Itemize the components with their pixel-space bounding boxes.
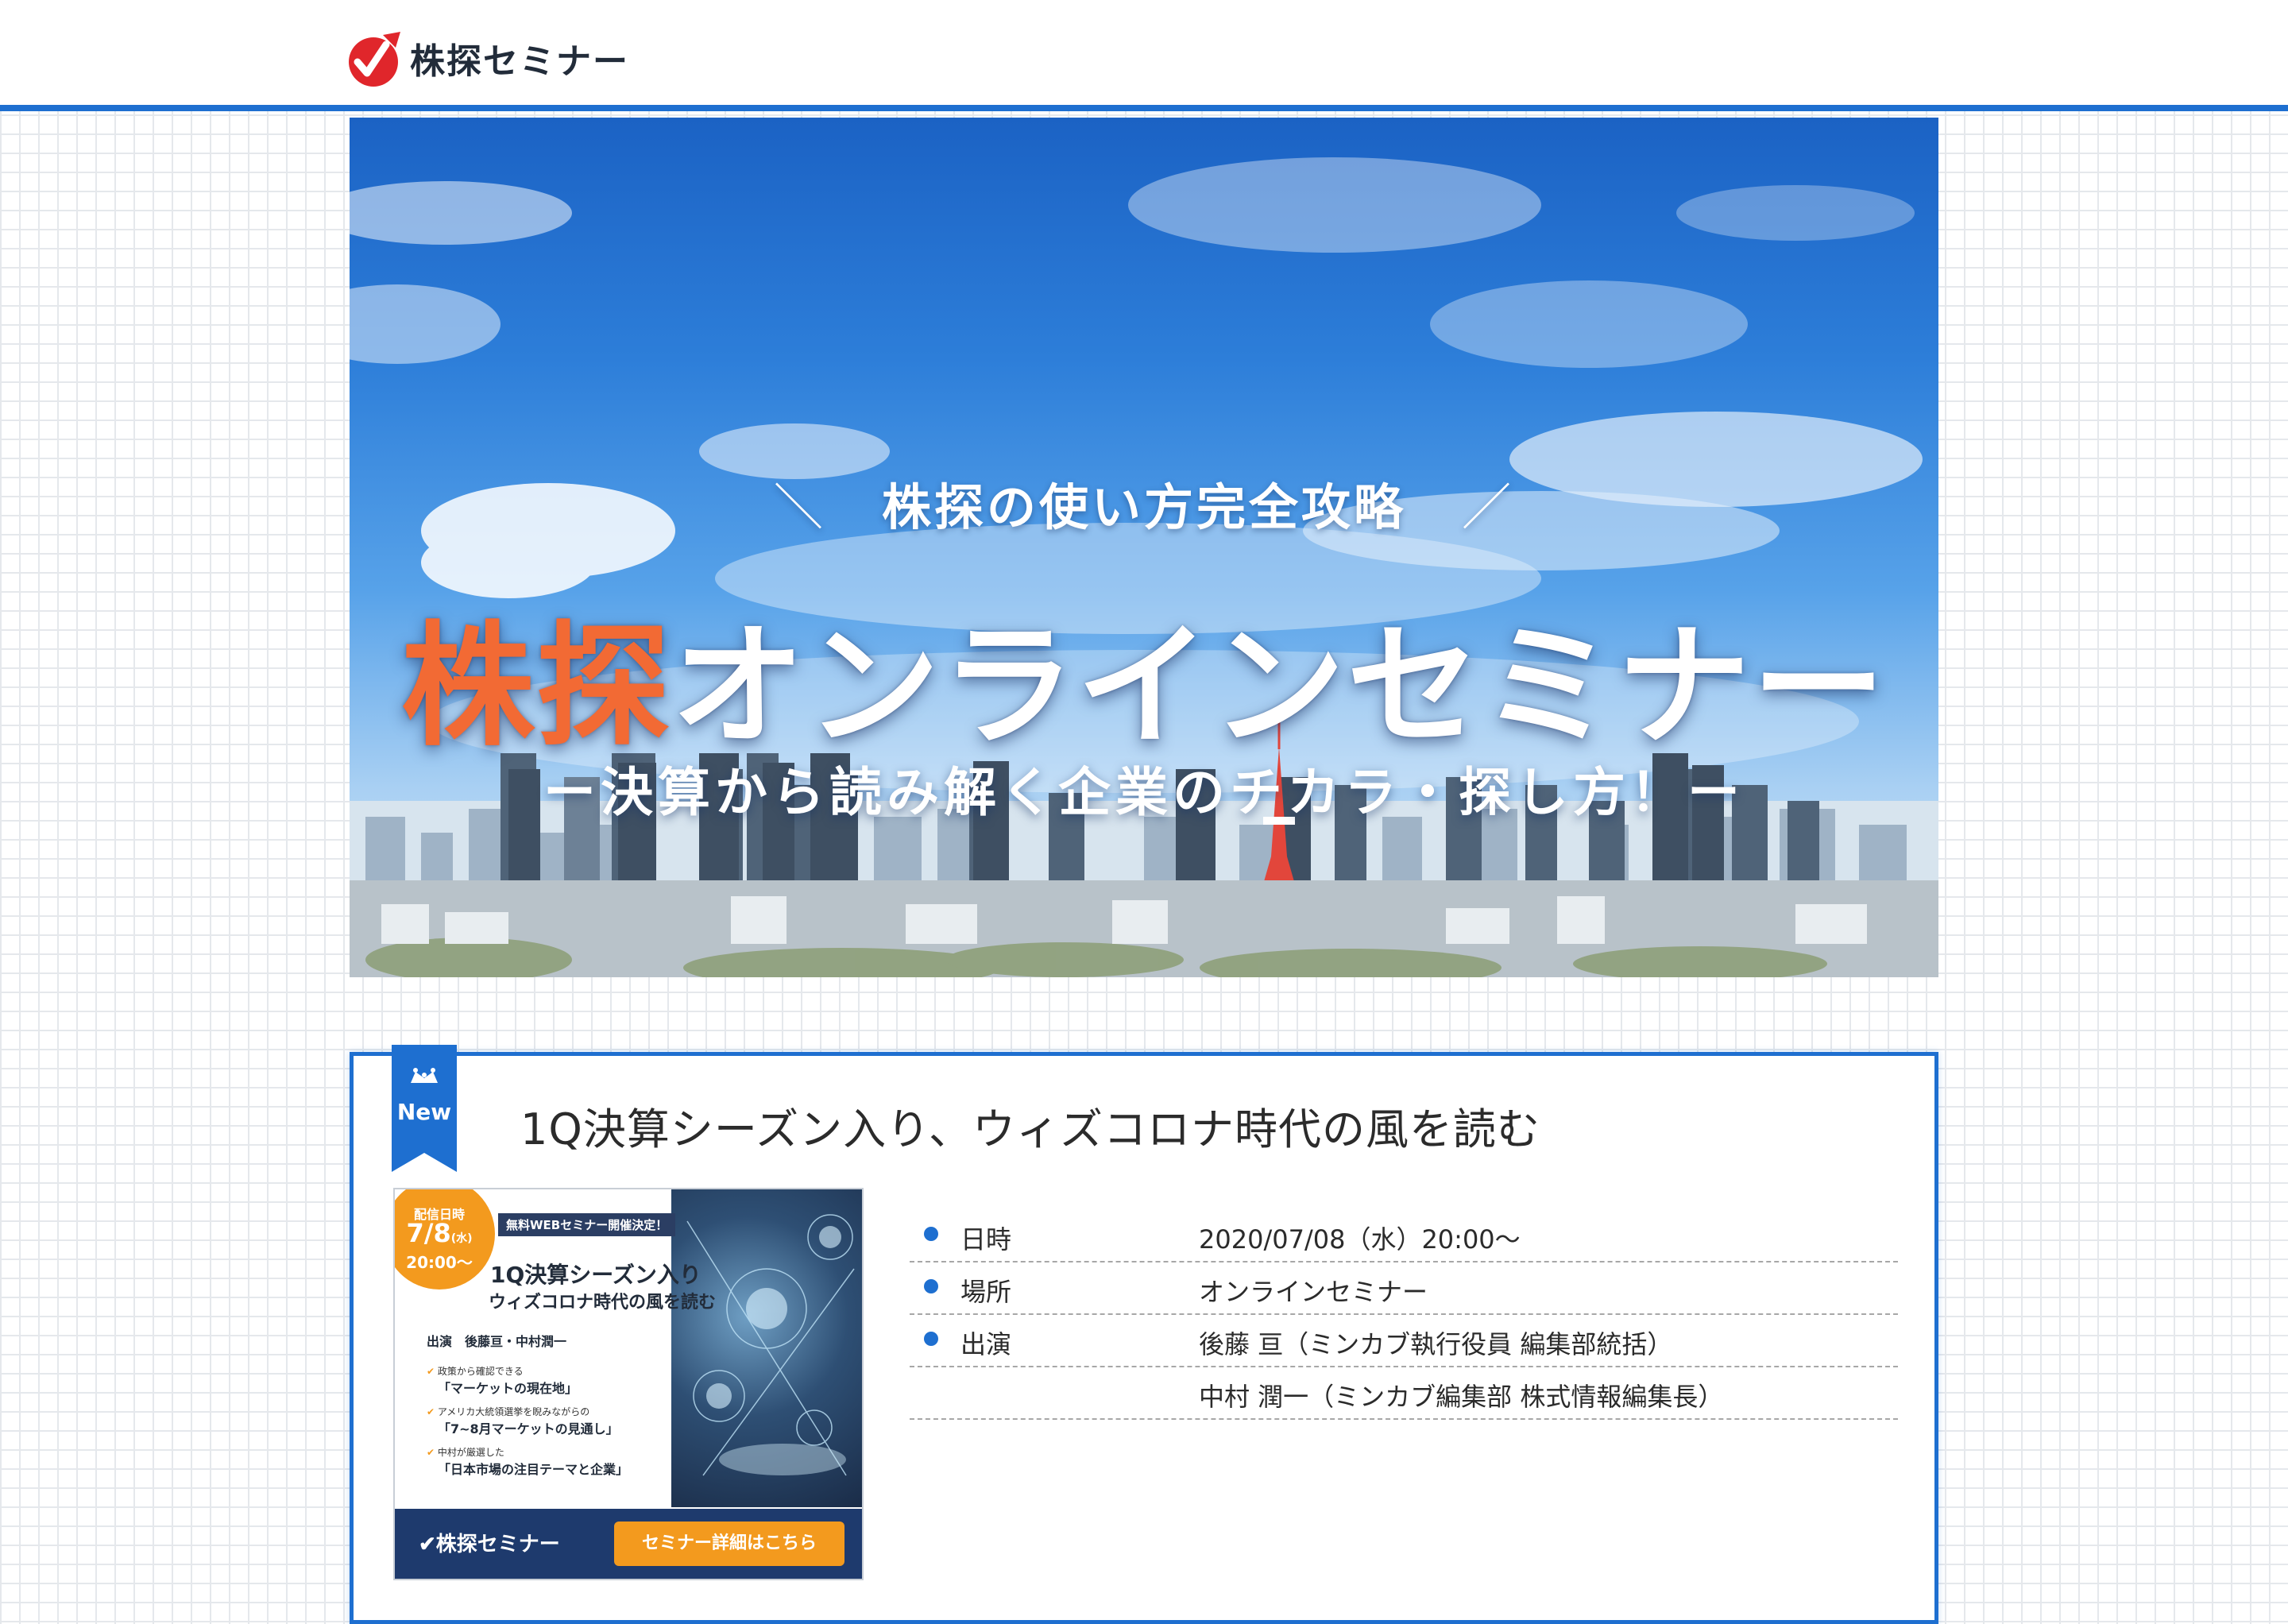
hero-banner: ＼ 株探の使い方完全攻略 ／ 株探オンラインセミナー ー決算から読み解く企業のチカラ… (350, 118, 1938, 977)
info-value: 中村 潤一（ミンカブ編集部 株式情報編集長） (1199, 1382, 1724, 1412)
bullet-dot-icon (924, 1279, 938, 1293)
info-label: 日時 (960, 1224, 1012, 1255)
thumbnail-date-circle: 配信日時 7/8(水) 20:00〜 (395, 1189, 495, 1290)
hero-title: 株探オンラインセミナー (350, 578, 1938, 771)
new-badge: New (392, 1045, 457, 1172)
thumbnail-point-headline: 「日本市場の注目テーマと企業」 (438, 1462, 629, 1477)
seminar-thumbnail[interactable]: 配信日時 7/8(水) 20:00〜 無料WEBセミナー開催決定！ 1Q決算シー… (393, 1188, 864, 1580)
info-label: 出演 (960, 1329, 1012, 1359)
info-value: 2020/07/08（水）20:00〜 (1199, 1224, 1521, 1255)
seminar-info-table: 日時 2020/07/08（水）20:00〜 場所 オンラインセミナー 出演 後… (910, 1210, 1898, 1420)
thumbnail-point-lead: 中村が厳選した (427, 1445, 681, 1459)
thumbnail-footer-logo-text: 株探セミナー (435, 1533, 560, 1556)
thumbnail-time: 20:00〜 (406, 1253, 473, 1272)
info-row-cast: 出演 後藤 亘（ミンカブ執行役員 編集部統括） (910, 1315, 1898, 1367)
info-value: 後藤 亘（ミンカブ執行役員 編集部統括） (1199, 1329, 1673, 1359)
bullet-dot-icon (924, 1332, 938, 1346)
thumbnail-date-value: 7/8 (406, 1218, 451, 1248)
seminar-card: New 1Q決算シーズン入り、ウィズコロナ時代の風を読む 配信日時 7/8(水)… (350, 1045, 1938, 1624)
info-value: オンラインセミナー (1199, 1277, 1428, 1307)
thumbnail-virus-photo (671, 1189, 862, 1507)
info-row-cast-2: 中村 潤一（ミンカブ編集部 株式情報編集長） (910, 1367, 1898, 1420)
thumbnail-banner: 無料WEBセミナー開催決定！ (498, 1213, 676, 1236)
bullet-dot-icon (924, 1227, 938, 1241)
info-row-date: 日時 2020/07/08（水）20:00〜 (910, 1210, 1898, 1262)
seminar-detail-button[interactable]: セミナー詳細はこちら (614, 1522, 844, 1566)
thumbnail-point-headline: 「7~8月マーケットの見通し」 (438, 1421, 619, 1436)
hero-subtitle: ＼ 株探の使い方完全攻略 ／ (350, 467, 1938, 539)
thumbnail-points: 政策から確認できる 「マーケットの現在地」 アメリカ大統領選挙を睨みながらの 「… (427, 1364, 681, 1486)
logo-text: 株探セミナー (410, 41, 629, 82)
site-logo[interactable]: 株探セミナー (346, 22, 629, 94)
seminar-title[interactable]: 1Q決算シーズン入り、ウィズコロナ時代の風を読む (520, 1094, 1540, 1157)
site-header: 株探セミナー (0, 0, 2288, 111)
thumbnail-title-1: 1Q決算シーズン入り (490, 1262, 701, 1288)
thumbnail-title-2: ウィズコロナ時代の風を読む (489, 1293, 717, 1313)
hero-tagline: ー決算から読み解く企業のチカラ・探し方！ー (543, 762, 1745, 823)
thumbnail-footer-logo: ✔株探セミナー (419, 1533, 560, 1556)
thumbnail-point-lead: アメリカ大統領選挙を睨みながらの (427, 1405, 681, 1418)
thumbnail-footer: ✔株探セミナー セミナー詳細はこちら (395, 1509, 862, 1579)
thumbnail-cast: 出演 後藤亘・中村潤一 (427, 1334, 567, 1349)
thumbnail-date: 7/8(水) (395, 1218, 495, 1248)
thumbnail-point: 政策から確認できる 「マーケットの現在地」 (427, 1364, 681, 1397)
thumbnail-point: アメリカ大統領選挙を睨みながらの 「7~8月マーケットの見通し」 (427, 1405, 681, 1437)
hero-title-accent: 株探 (401, 609, 671, 764)
hero-title-rest: オンラインセミナー (671, 609, 1887, 764)
subtitle-slash-ornament: ／ (1462, 478, 1515, 536)
thumbnail-point: 中村が厳選した 「日本市場の注目テーマと企業」 (427, 1445, 681, 1478)
hero-subtitle-text: 株探の使い方完全攻略 (881, 478, 1406, 536)
thumbnail-weekday: (水) (450, 1232, 473, 1245)
thumbnail-point-headline: 「マーケットの現在地」 (438, 1381, 578, 1396)
thumbnail-point-lead: 政策から確認できる (427, 1364, 681, 1378)
hero-sky-cityscape (350, 157, 1938, 977)
logo-checkmark-icon (346, 30, 402, 87)
info-label: 場所 (960, 1277, 1012, 1307)
info-row-venue: 場所 オンラインセミナー (910, 1262, 1898, 1315)
new-badge-label: New (396, 1099, 452, 1125)
subtitle-backslash-ornament: ＼ (773, 478, 826, 536)
